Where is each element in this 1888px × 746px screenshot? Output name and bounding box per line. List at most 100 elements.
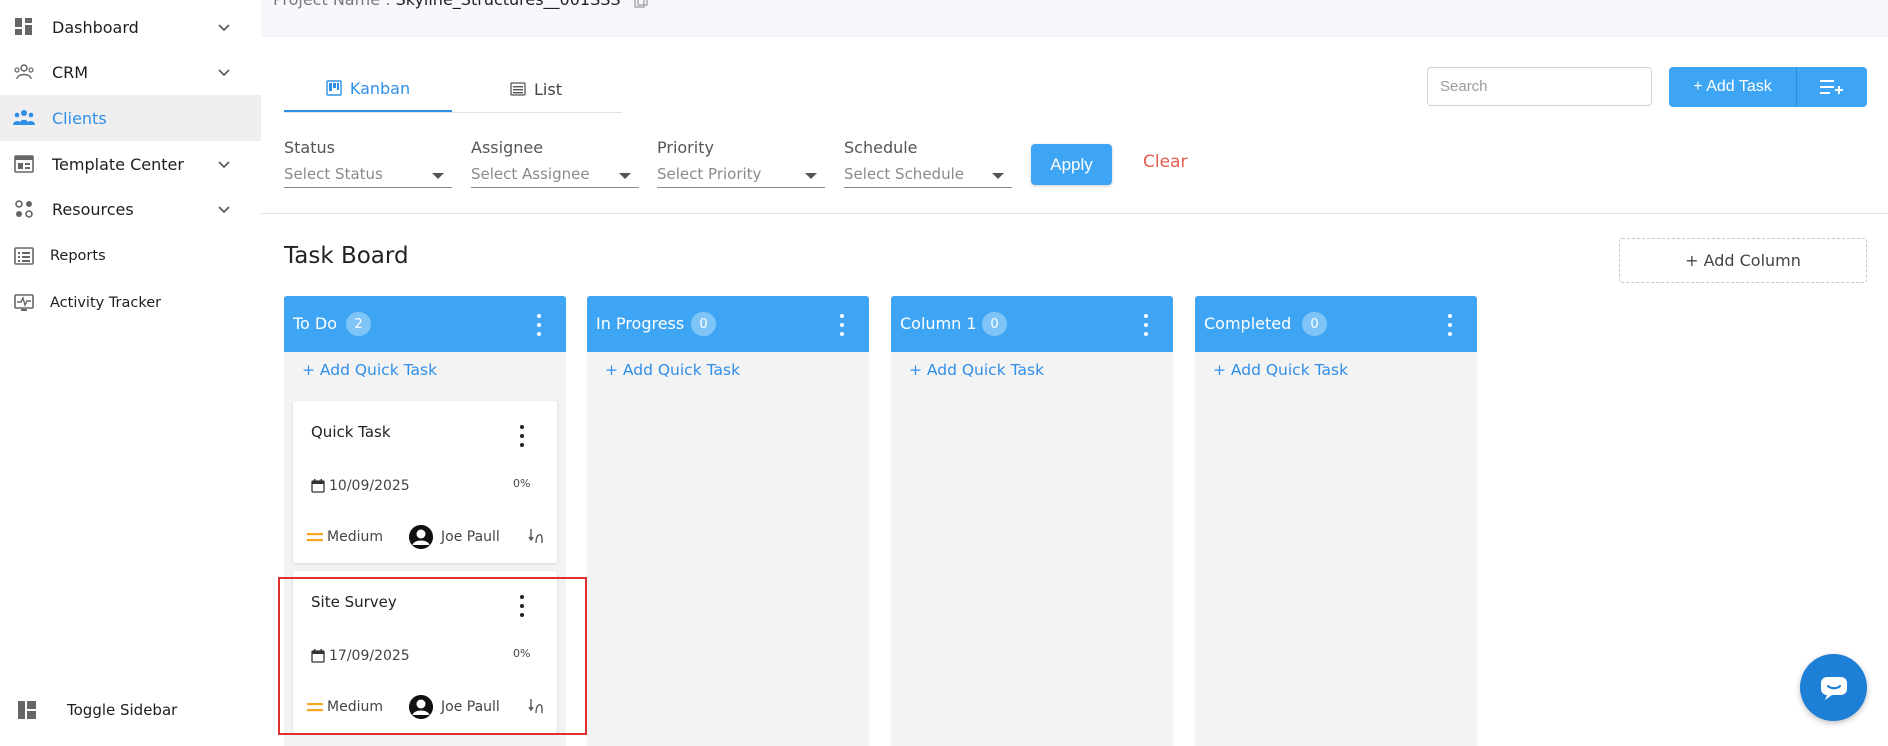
task-progress: 0% <box>513 477 531 490</box>
project-header: Project Name : Skyline_Structures__001SS… <box>261 0 1888 37</box>
task-card[interactable]: Quick Task 10/09/2025 0% Medium Joe Paul… <box>293 401 557 563</box>
priority-medium-icon <box>307 703 323 712</box>
dependency-icon[interactable] <box>528 698 544 714</box>
add-task-options-button[interactable] <box>1796 67 1867 107</box>
task-assignee-name: Joe Paull <box>441 529 500 545</box>
assignee-filter: Assignee Select Assignee <box>471 138 639 188</box>
template-icon <box>13 153 35 175</box>
divider <box>261 213 1888 214</box>
filter-label: Status <box>284 138 335 157</box>
view-tabs: Kanban List <box>284 66 622 113</box>
select-placeholder: Select Assignee <box>471 165 590 183</box>
task-assignee: Joe Paull <box>409 525 500 549</box>
clear-button[interactable]: Clear <box>1143 152 1187 172</box>
task-priority: Medium <box>307 699 383 715</box>
project-name: Project Name : Skyline_Structures__001SS… <box>273 0 648 9</box>
column-to-do: To Do 2 + Add Quick Task Quick Task 10/0… <box>284 296 566 746</box>
sidebar-item-template-center[interactable]: Template Center <box>0 141 261 187</box>
sidebar-item-label: Activity Tracker <box>50 295 162 311</box>
task-title: Quick Task <box>311 423 391 441</box>
column-count-badge: 0 <box>1302 312 1327 336</box>
activity-icon <box>13 292 35 314</box>
select-placeholder: Select Schedule <box>844 165 964 183</box>
sidebar-toggle-icon <box>16 699 38 721</box>
task-date-value: 17/09/2025 <box>329 648 410 664</box>
task-menu-icon[interactable] <box>517 425 527 447</box>
apply-button[interactable]: Apply <box>1031 144 1112 185</box>
sidebar: Dashboard CRM Clients Template Center Re… <box>0 0 261 741</box>
column-completed: Completed 0 + Add Quick Task <box>1195 296 1477 746</box>
sidebar-item-label: Reports <box>50 248 106 264</box>
add-task-button[interactable]: + Add Task <box>1669 67 1796 107</box>
sidebar-item-activity-tracker[interactable]: Activity Tracker <box>0 280 261 326</box>
tab-label: List <box>534 79 562 99</box>
sidebar-item-crm[interactable]: CRM <box>0 49 261 95</box>
task-card[interactable]: Site Survey 17/09/2025 0% Medium Joe Pau… <box>293 571 557 733</box>
status-filter: Status Select Status <box>284 138 452 188</box>
task-assignee: Joe Paull <box>409 695 500 719</box>
column-in-progress: In Progress 0 + Add Quick Task <box>587 296 869 746</box>
copy-icon[interactable] <box>634 0 648 8</box>
status-select[interactable]: Select Status <box>284 162 452 188</box>
chevron-down-icon <box>218 69 230 77</box>
dashboard-icon <box>13 16 35 38</box>
column-menu-icon[interactable] <box>530 314 548 336</box>
column-count-badge: 0 <box>982 312 1007 336</box>
tab-label: Kanban <box>349 78 411 98</box>
dependency-icon[interactable] <box>528 528 544 544</box>
task-assignee-name: Joe Paull <box>441 699 500 715</box>
task-date: 17/09/2025 <box>311 648 410 664</box>
column-header: In Progress 0 <box>587 296 869 352</box>
project-name-value: Skyline_Structures__001SSS <box>396 0 621 9</box>
chat-widget-button[interactable] <box>1800 654 1867 721</box>
task-priority: Medium <box>307 529 383 545</box>
reports-icon <box>13 245 35 267</box>
column-menu-icon[interactable] <box>1441 314 1459 336</box>
task-date-value: 10/09/2025 <box>329 478 410 494</box>
column-title: To Do <box>293 314 338 333</box>
sidebar-item-reports[interactable]: Reports <box>0 233 261 279</box>
tab-list[interactable]: List <box>452 66 620 112</box>
column-count-badge: 2 <box>346 312 371 336</box>
add-quick-task-link[interactable]: + Add Quick Task <box>302 361 437 379</box>
add-quick-task-link[interactable]: + Add Quick Task <box>909 361 1044 379</box>
column-title: Column 1 <box>900 314 977 333</box>
priority-filter: Priority Select Priority <box>657 138 825 188</box>
sidebar-item-resources[interactable]: Resources <box>0 186 261 232</box>
chevron-down-icon <box>218 24 230 32</box>
calendar-icon <box>311 649 325 663</box>
search-input[interactable] <box>1427 67 1652 106</box>
chevron-down-icon <box>218 161 230 169</box>
tab-kanban[interactable]: Kanban <box>284 66 452 112</box>
add-column-button[interactable]: + Add Column <box>1619 238 1867 283</box>
caret-down-icon <box>432 173 444 179</box>
assignee-select[interactable]: Select Assignee <box>471 162 639 188</box>
sidebar-item-dashboard[interactable]: Dashboard <box>0 4 261 50</box>
caret-down-icon <box>992 173 1004 179</box>
column-header: Column 1 0 <box>891 296 1173 352</box>
schedule-select[interactable]: Select Schedule <box>844 162 1012 188</box>
select-placeholder: Select Status <box>284 165 383 183</box>
column-count-badge: 0 <box>691 312 716 336</box>
add-quick-task-link[interactable]: + Add Quick Task <box>605 361 740 379</box>
caret-down-icon <box>805 173 817 179</box>
priority-medium-icon <box>307 533 323 542</box>
caret-down-icon <box>619 173 631 179</box>
filter-label: Schedule <box>844 138 918 157</box>
sidebar-item-label: CRM <box>52 62 89 82</box>
task-menu-icon[interactable] <box>517 595 527 617</box>
column-title: Completed <box>1204 314 1292 333</box>
sidebar-item-label: Dashboard <box>52 17 139 37</box>
column-menu-icon[interactable] <box>833 314 851 336</box>
task-priority-value: Medium <box>327 529 383 545</box>
column-menu-icon[interactable] <box>1137 314 1155 336</box>
task-title: Site Survey <box>311 593 397 611</box>
add-quick-task-link[interactable]: + Add Quick Task <box>1213 361 1348 379</box>
task-priority-value: Medium <box>327 699 383 715</box>
clients-icon <box>13 107 35 129</box>
board-title: Task Board <box>284 243 409 269</box>
avatar <box>409 695 433 719</box>
toggle-sidebar-button[interactable]: Toggle Sidebar <box>0 690 261 730</box>
sidebar-item-clients[interactable]: Clients <box>0 95 261 141</box>
priority-select[interactable]: Select Priority <box>657 162 825 188</box>
